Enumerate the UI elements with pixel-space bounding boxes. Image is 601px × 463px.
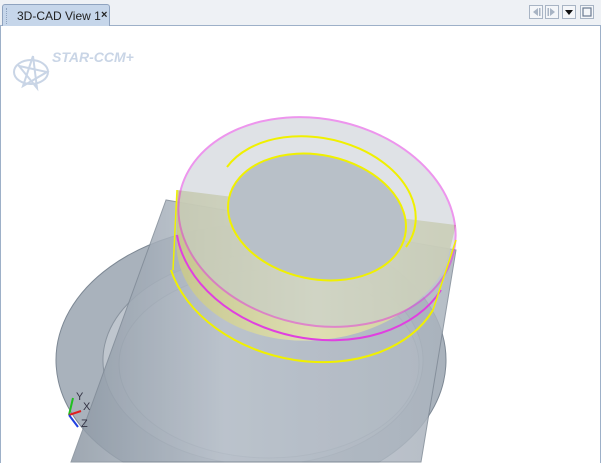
view-menu-button[interactable] — [562, 5, 576, 19]
star-ccm-logo — [13, 55, 50, 92]
3d-viewport[interactable]: Y X Z STAR-CCM+ — [0, 26, 601, 463]
dropdown-icon — [565, 10, 573, 15]
close-icon[interactable]: × — [101, 9, 107, 21]
tab-bar: 3D-CAD View 1 × — [0, 0, 601, 26]
tab-grip — [6, 8, 10, 24]
scroll-left-button[interactable] — [529, 5, 543, 19]
scroll-right-icon — [547, 8, 555, 16]
tab-3d-cad-view-1[interactable]: 3D-CAD View 1 × — [2, 4, 110, 26]
logo-text: STAR-CCM+ — [52, 49, 134, 65]
axis-z-label: Z — [81, 418, 88, 430]
maximize-icon — [582, 7, 592, 17]
scroll-left-icon — [533, 8, 541, 16]
axis-x-label: X — [83, 401, 91, 413]
maximize-button[interactable] — [580, 5, 594, 19]
tab-label: 3D-CAD View 1 — [17, 9, 101, 23]
scroll-right-button[interactable] — [545, 5, 559, 19]
cad-scene[interactable]: Y X Z — [1, 26, 601, 463]
